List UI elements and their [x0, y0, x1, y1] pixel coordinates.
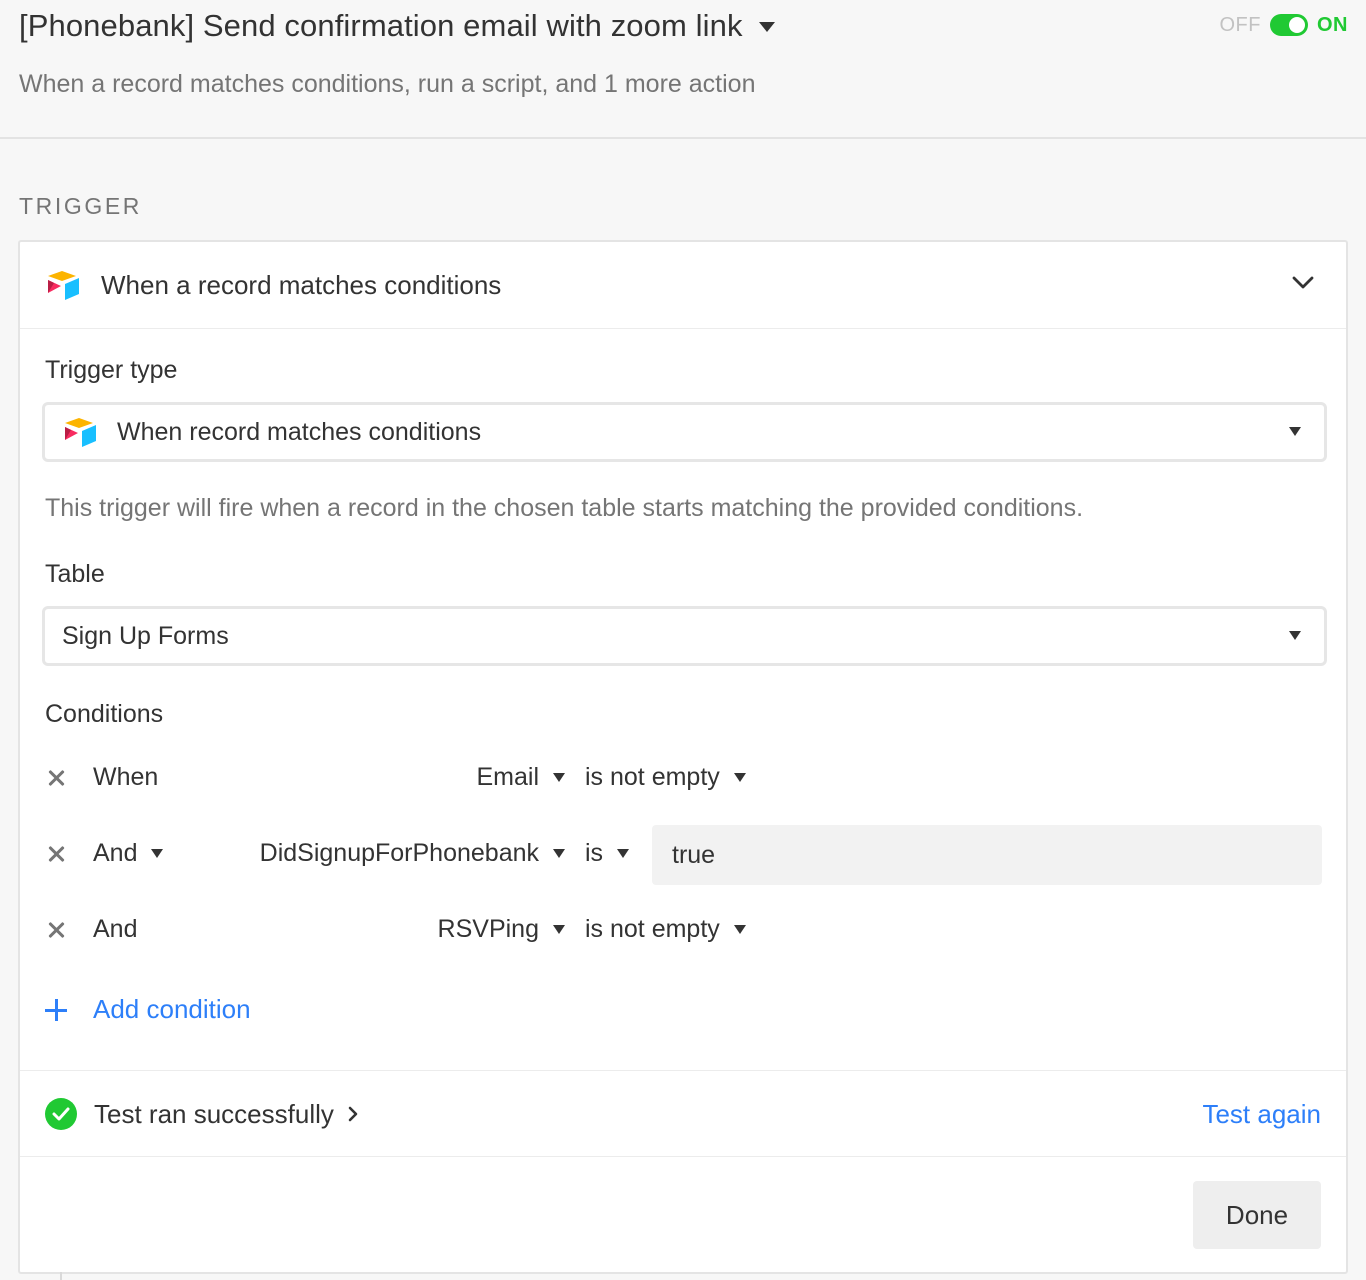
test-status-label: Test ran successfully [94, 1098, 334, 1129]
toggle-switch[interactable] [1270, 14, 1308, 36]
airtable-logo-icon [65, 418, 96, 447]
airtable-logo-icon [48, 271, 79, 300]
table-select[interactable]: Sign Up Forms [42, 606, 1327, 666]
section-label-trigger: TRIGGER [19, 193, 142, 219]
condition-field-select[interactable]: RSVPing [438, 915, 565, 944]
caret-down-icon[interactable] [758, 22, 775, 32]
remove-condition-x-icon[interactable] [45, 919, 67, 941]
test-again-link[interactable]: Test again [1202, 1099, 1321, 1130]
chevron-down-icon[interactable] [1292, 276, 1314, 290]
caret-down-icon [553, 849, 565, 858]
condition-conjunction-select[interactable]: And [93, 839, 164, 868]
caret-down-icon [553, 925, 565, 934]
field-label: DidSignupForPhonebank [259, 839, 539, 867]
trigger-card-header[interactable]: When a record matches conditions [20, 242, 1346, 329]
caret-down-icon [1289, 631, 1301, 640]
trigger-card: When a record matches conditions Trigger… [18, 240, 1348, 1274]
condition-operator-select[interactable]: is not empty [585, 763, 746, 792]
connector-line [60, 1272, 62, 1280]
trigger-type-value: When record matches conditions [117, 417, 482, 446]
add-condition-button[interactable]: Add condition [45, 994, 251, 1025]
condition-value-input[interactable]: true [652, 825, 1322, 885]
operator-label: is [585, 839, 604, 867]
conjunction-label: And [93, 839, 138, 867]
caret-down-icon [617, 849, 630, 858]
conjunction-label: When [93, 763, 159, 791]
condition-operator-select[interactable]: is not empty [585, 915, 746, 944]
test-status[interactable]: Test ran successfully [45, 1098, 358, 1130]
caret-down-icon [553, 773, 565, 782]
field-label: Email [476, 763, 539, 791]
operator-label: is not empty [585, 763, 720, 791]
condition-row: And DidSignupForPhonebank is true [45, 825, 1325, 885]
automation-header: [Phonebank] Send confirmation email with… [0, 0, 1366, 139]
test-result-bar: Test ran successfully Test again [20, 1070, 1346, 1157]
automation-toggle[interactable]: OFF ON [1220, 10, 1349, 40]
check-circle-icon [45, 1098, 77, 1130]
toggle-off-label[interactable]: OFF [1220, 14, 1262, 37]
caret-down-icon [151, 849, 164, 858]
condition-conjunction: And [93, 915, 137, 944]
condition-row: And RSVPing is not empty [45, 901, 1325, 961]
caret-down-icon [733, 925, 746, 934]
table-label: Table [45, 560, 105, 588]
done-button[interactable]: Done [1193, 1181, 1321, 1249]
trigger-card-title: When a record matches conditions [101, 269, 502, 300]
trigger-help-text: This trigger will fire when a record in … [45, 494, 1084, 522]
add-condition-label: Add condition [93, 994, 251, 1024]
title-row: [Phonebank] Send confirmation email with… [19, 6, 775, 46]
trigger-type-label: Trigger type [45, 356, 178, 384]
condition-conjunction: When [93, 763, 158, 792]
chevron-right-icon [348, 1106, 358, 1122]
condition-field-select[interactable]: Email [476, 763, 565, 792]
caret-down-icon [1289, 427, 1301, 436]
automation-title[interactable]: [Phonebank] Send confirmation email with… [19, 8, 743, 44]
conditions-label: Conditions [45, 700, 164, 728]
caret-down-icon [733, 773, 746, 782]
conjunction-label: And [93, 915, 138, 943]
remove-condition-x-icon[interactable] [45, 843, 67, 865]
table-value: Sign Up Forms [62, 621, 229, 650]
toggle-knob [1289, 17, 1305, 33]
trigger-type-select[interactable]: When record matches conditions [42, 402, 1327, 462]
plus-icon [45, 998, 67, 1021]
condition-operator-select[interactable]: is [585, 839, 630, 868]
condition-field-select[interactable]: DidSignupForPhonebank [260, 839, 565, 868]
automation-summary: When a record matches conditions, run a … [19, 70, 756, 98]
field-label: RSVPing [437, 915, 539, 943]
operator-label: is not empty [585, 915, 720, 943]
remove-condition-x-icon[interactable] [45, 767, 67, 789]
toggle-on-label[interactable]: ON [1317, 14, 1348, 37]
condition-row: When Email is not empty [45, 749, 1325, 809]
